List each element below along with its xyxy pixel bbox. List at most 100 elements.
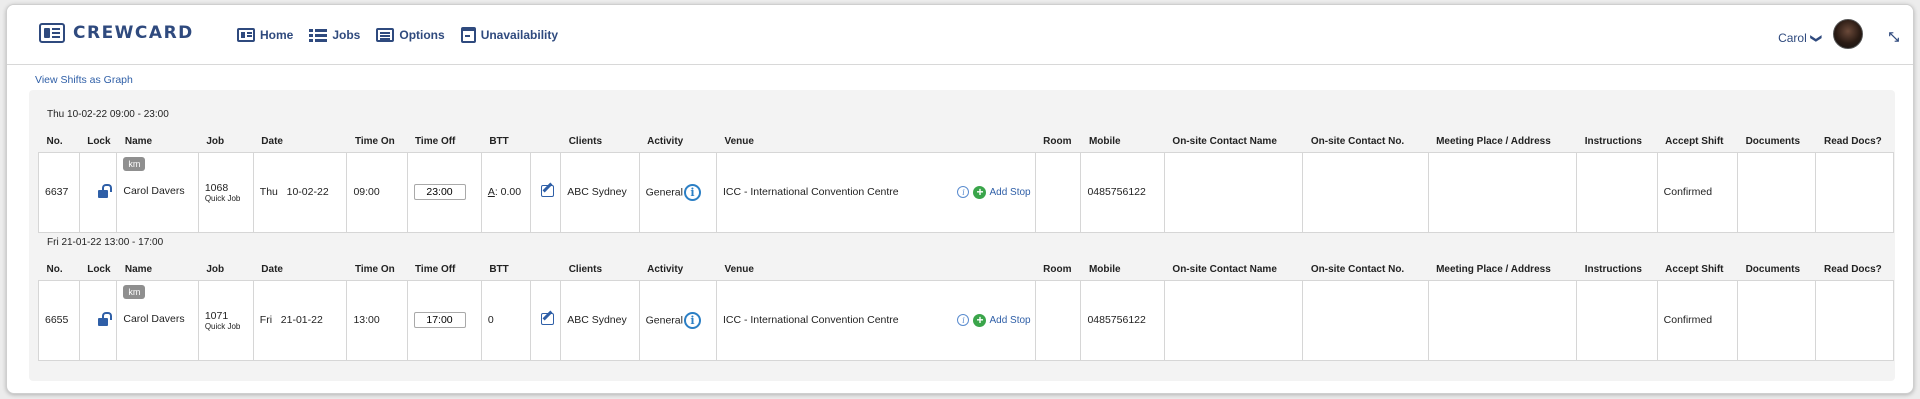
add-stop-icon[interactable]: + xyxy=(973,313,987,327)
main-nav: Home Jobs Options Unavailability xyxy=(237,27,574,43)
col-header: Read Docs? xyxy=(1823,136,1882,148)
brand-logo[interactable]: CREWCARD xyxy=(39,23,194,43)
shift-group-title: Fri 21-01-22 13:00 - 17:00 xyxy=(47,237,164,248)
venue-actions: i + Add Stop xyxy=(957,313,1031,327)
col-header: Time On xyxy=(354,136,395,148)
shift-no: 6655 xyxy=(38,279,80,361)
nav-unavailability[interactable]: Unavailability xyxy=(460,27,559,43)
instructions xyxy=(1576,151,1658,233)
col-header: On-site Contact Name xyxy=(1172,264,1277,276)
btt-value: : 0.00 xyxy=(494,186,522,198)
venue-name: ICC - International Convention Centre xyxy=(722,186,899,198)
time-off-cell xyxy=(406,279,482,361)
info-icon[interactable]: i xyxy=(683,183,701,201)
documents xyxy=(1737,151,1817,233)
contact-no xyxy=(1302,151,1429,233)
add-stop-link[interactable]: Add Stop xyxy=(989,315,1030,326)
col-header: Job xyxy=(206,264,225,276)
app-window: CREWCARD Home Jobs Options Unavailabilit… xyxy=(6,4,1914,394)
job-cell: 1071 Quick Job xyxy=(197,279,254,361)
km-badge: km xyxy=(123,284,146,299)
chevron-down-icon: ❯ xyxy=(1809,33,1822,43)
col-header: Venue xyxy=(724,136,754,148)
crew-name: Carol Davers xyxy=(123,184,185,197)
calendar-icon xyxy=(460,27,476,43)
col-header: Mobile xyxy=(1088,264,1121,276)
unlock-icon[interactable] xyxy=(97,317,108,326)
room xyxy=(1034,151,1082,233)
activity: General xyxy=(645,185,683,198)
brand-name: CREWCARD xyxy=(73,23,194,43)
activity-cell: General i xyxy=(638,279,717,361)
venue-info-icon[interactable]: i xyxy=(957,186,970,198)
contact-name xyxy=(1163,279,1304,361)
col-header: Lock xyxy=(87,264,111,276)
job-number: 1071 xyxy=(204,309,229,322)
col-header: Accept Shift xyxy=(1665,264,1724,276)
nav-jobs-label: Jobs xyxy=(332,28,361,42)
col-header: Date xyxy=(261,136,283,148)
col-header: Room xyxy=(1043,264,1072,276)
venue-cell: ICC - International Convention Centre i … xyxy=(715,151,1036,233)
shift-table: No. Lock Name Job Date Time On Time Off … xyxy=(38,260,1894,361)
col-header: Time Off xyxy=(415,264,456,276)
shift-date: Fri 21-01-22 xyxy=(252,279,348,361)
col-header: No. xyxy=(46,264,63,276)
home-card-icon xyxy=(237,28,255,42)
nav-unavailability-label: Unavailability xyxy=(480,28,559,42)
user-name: Carol xyxy=(1778,31,1807,45)
table-header: No. Lock Name Job Date Time On Time Off … xyxy=(39,260,1894,280)
lock-cell[interactable] xyxy=(78,279,118,361)
col-header: Accept Shift xyxy=(1665,136,1724,148)
nav-options-label: Options xyxy=(399,28,445,42)
time-off-input[interactable] xyxy=(413,312,466,328)
col-header: Room xyxy=(1043,136,1072,148)
shift-date: Thu 10-02-22 xyxy=(252,151,348,233)
info-icon[interactable]: i xyxy=(683,311,701,329)
activity-cell: General i xyxy=(638,151,717,233)
user-menu[interactable]: Carol ❯ xyxy=(1778,31,1822,45)
view-shifts-graph-link[interactable]: View Shifts as Graph xyxy=(35,74,133,86)
col-header: Read Docs? xyxy=(1823,264,1882,276)
client: ABC Sydney xyxy=(560,279,640,361)
venue-actions: i + Add Stop xyxy=(957,185,1031,199)
mobile: 0485756122 xyxy=(1080,279,1165,361)
col-header: Documents xyxy=(1745,136,1801,148)
avatar[interactable] xyxy=(1833,19,1863,49)
col-header: Date xyxy=(261,264,283,276)
read-docs xyxy=(1815,151,1894,233)
crewcard-logo-icon xyxy=(39,23,65,43)
contact-name xyxy=(1163,151,1304,233)
table-header: No. Lock Name Job Date Time On Time Off … xyxy=(39,132,1894,152)
meeting-place xyxy=(1427,279,1578,361)
nav-home[interactable]: Home xyxy=(237,28,293,42)
venue-info-icon[interactable]: i xyxy=(957,314,970,326)
add-stop-icon[interactable]: + xyxy=(973,185,987,199)
col-header: Clients xyxy=(568,264,603,276)
collapse-icon[interactable]: ⤡ xyxy=(1889,29,1899,45)
list-icon xyxy=(309,28,328,42)
time-on: 13:00 xyxy=(346,279,408,361)
table-row: 6655 km Carol Davers 1071 Quick Job Fri … xyxy=(38,279,1894,361)
time-off-cell xyxy=(406,151,482,233)
col-header: No. xyxy=(46,136,63,148)
col-header: Documents xyxy=(1745,264,1801,276)
col-header: BTT xyxy=(489,264,509,276)
col-header: Venue xyxy=(724,264,754,276)
time-off-input[interactable] xyxy=(413,184,466,200)
col-header: Meeting Place / Address xyxy=(1436,136,1551,148)
lock-cell[interactable] xyxy=(78,151,118,233)
unlock-icon[interactable] xyxy=(97,189,108,198)
name-cell: km Carol Davers xyxy=(116,151,199,233)
edit-icon[interactable] xyxy=(540,312,554,325)
shift-table: No. Lock Name Job Date Time On Time Off … xyxy=(38,132,1894,233)
btt-prefix[interactable]: A xyxy=(488,186,495,198)
col-header: Name xyxy=(124,264,153,276)
edit-icon[interactable] xyxy=(540,184,554,197)
add-stop-link[interactable]: Add Stop xyxy=(989,187,1030,198)
room xyxy=(1034,279,1082,361)
meeting-place xyxy=(1427,151,1578,233)
nav-options[interactable]: Options xyxy=(376,28,445,42)
col-header: Activity xyxy=(647,136,684,148)
nav-jobs[interactable]: Jobs xyxy=(309,28,360,42)
